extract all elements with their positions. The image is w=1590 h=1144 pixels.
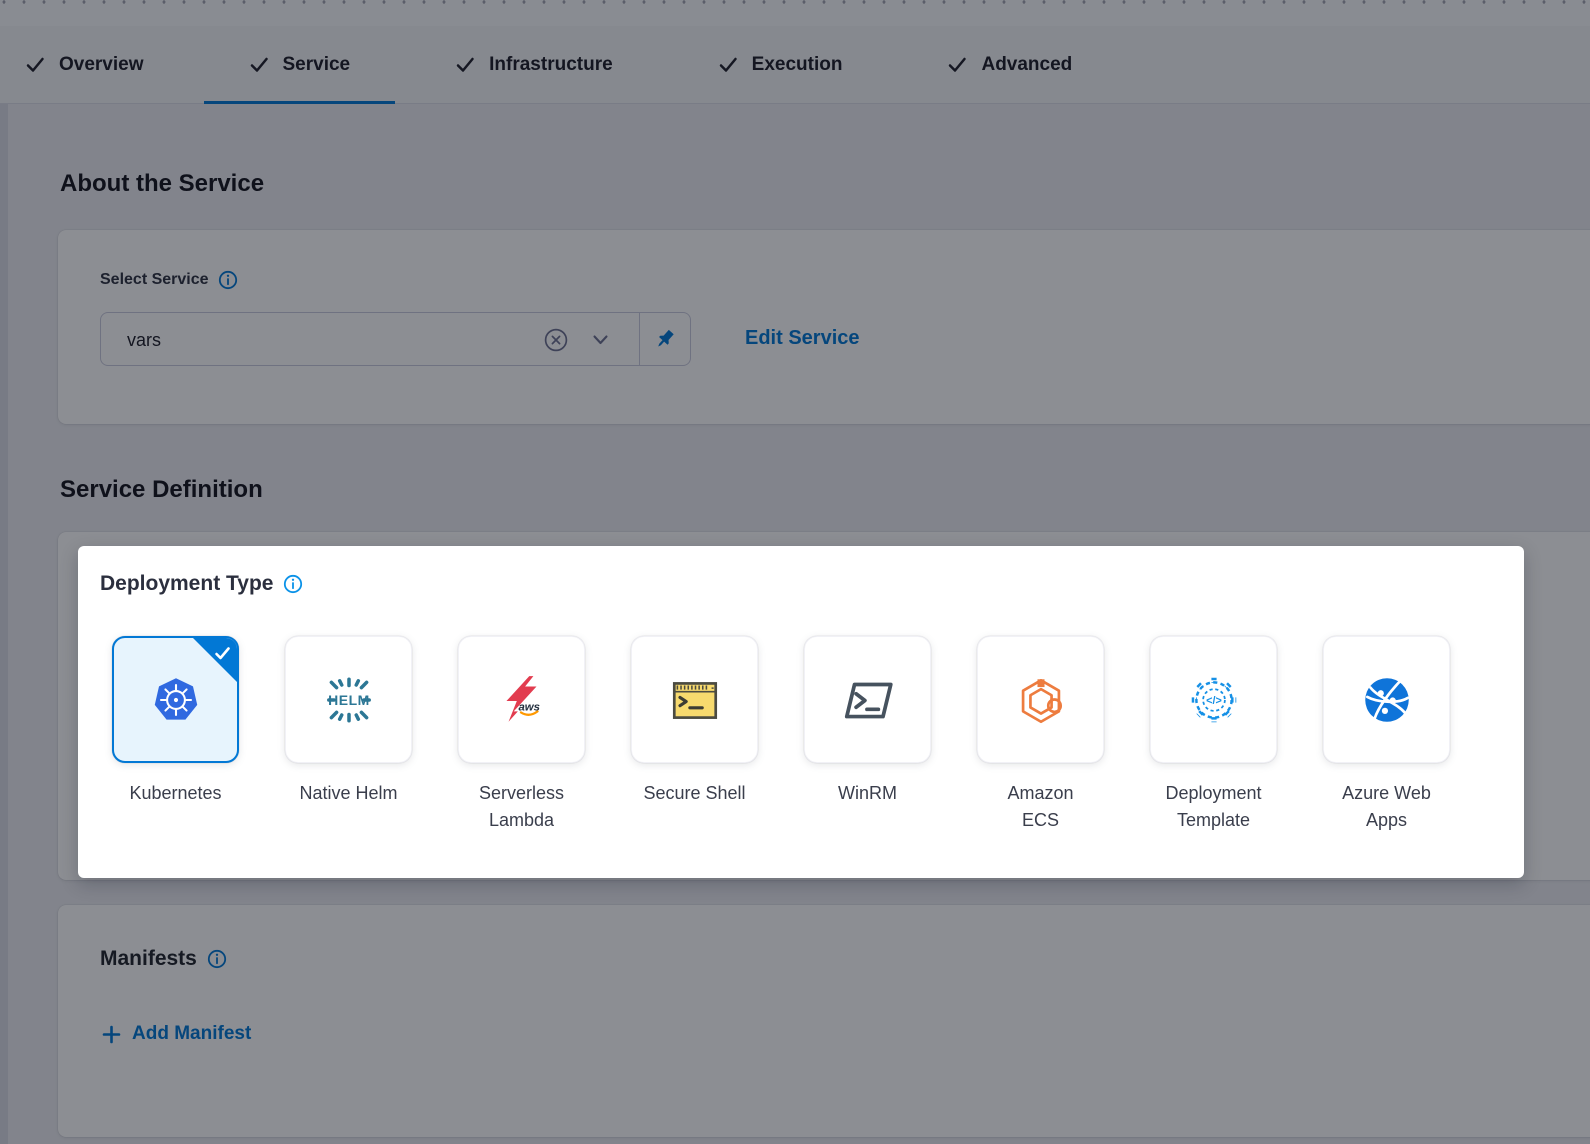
deployment-type-amazon-ecs[interactable]: Amazon ECS: [977, 636, 1104, 834]
svg-text:aws: aws: [518, 701, 540, 713]
winrm-tile[interactable]: [804, 636, 931, 763]
deployment-type-label-text: Deployment Type: [100, 572, 273, 596]
deployment-type-winrm[interactable]: WinRM: [804, 636, 931, 834]
svg-text:</>: </>: [1206, 695, 1222, 707]
svg-text:HELM: HELM: [328, 692, 370, 708]
deployment-type-serverless-lambda[interactable]: aws Serverless Lambda: [458, 636, 585, 834]
azure-globe-icon: [1358, 671, 1416, 729]
powershell-icon: [839, 671, 897, 729]
terminal-icon: [666, 671, 724, 729]
type-label: Serverless Lambda: [436, 780, 608, 834]
type-label: Native Helm: [263, 780, 435, 807]
type-label: Amazon ECS: [955, 780, 1127, 834]
type-label: Secure Shell: [609, 780, 781, 807]
native-helm-tile[interactable]: HELM: [285, 636, 412, 763]
deployment-type-deployment-template[interactable]: </> Deployment Template: [1150, 636, 1277, 834]
serverless-lambda-tile[interactable]: aws: [458, 636, 585, 763]
azure-web-apps-tile[interactable]: [1323, 636, 1450, 763]
deployment-type-native-helm[interactable]: HELM Native Helm: [285, 636, 412, 834]
deployment-type-label: Deployment Type: [100, 572, 303, 596]
kubernetes-tile[interactable]: [112, 636, 239, 763]
type-label: WinRM: [782, 780, 954, 807]
type-label: Azure Web Apps: [1301, 780, 1473, 834]
serverless-aws-icon: aws: [493, 671, 551, 729]
deployment-type-secure-shell[interactable]: Secure Shell: [631, 636, 758, 834]
deployment-template-tile[interactable]: </>: [1150, 636, 1277, 763]
gear-code-icon: </>: [1185, 671, 1243, 729]
deployment-type-panel: Deployment Type: [78, 546, 1524, 878]
type-label: Deployment Template: [1128, 780, 1300, 834]
deployment-type-azure-web-apps[interactable]: Azure Web Apps: [1323, 636, 1450, 834]
service-definition-card: Deployment Type: [58, 532, 1590, 880]
deployment-type-kubernetes[interactable]: Kubernetes: [112, 636, 239, 834]
type-label: Kubernetes: [90, 780, 262, 807]
deployment-type-options: Kubernetes: [112, 636, 1496, 834]
secure-shell-tile[interactable]: [631, 636, 758, 763]
info-icon[interactable]: [283, 574, 303, 594]
ecs-icon: [1012, 671, 1070, 729]
amazon-ecs-tile[interactable]: [977, 636, 1104, 763]
helm-icon: HELM: [320, 671, 378, 729]
selected-check-icon: [214, 645, 231, 662]
kubernetes-icon: [147, 671, 205, 729]
